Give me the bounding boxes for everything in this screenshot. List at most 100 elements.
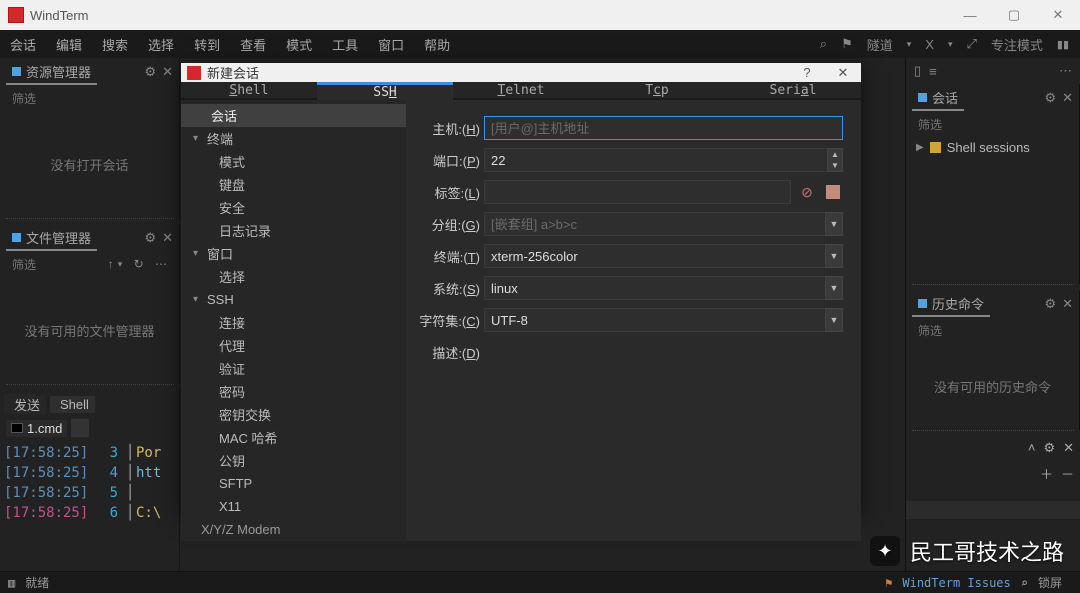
- side-item-mode[interactable]: 模式: [181, 150, 406, 173]
- host-input[interactable]: [484, 116, 843, 140]
- focus-mode-button[interactable]: 专注模式: [988, 35, 1046, 54]
- side-item-mac[interactable]: MAC 哈希: [181, 426, 406, 449]
- tab-serial[interactable]: Serial: [725, 82, 861, 100]
- side-item-logging[interactable]: 日志记录: [181, 219, 406, 242]
- menu-mode[interactable]: 模式: [276, 35, 322, 54]
- clear-tag-icon[interactable]: ⊘: [797, 182, 817, 202]
- add-icon[interactable]: ＋: [1040, 464, 1053, 483]
- menu-help[interactable]: 帮助: [414, 35, 460, 54]
- collapse-up-icon[interactable]: ˄: [1028, 440, 1036, 456]
- side-item-ssh[interactable]: ▾SSH: [181, 288, 406, 311]
- menu-tools[interactable]: 工具: [322, 35, 368, 54]
- port-stepper[interactable]: ▲▼: [827, 148, 843, 172]
- dialog-help-icon[interactable]: ?: [789, 65, 825, 80]
- quickview-icon[interactable]: ▥: [8, 576, 15, 590]
- refresh-icon[interactable]: ↻: [134, 257, 144, 271]
- panel-close-icon[interactable]: ✕: [162, 64, 173, 80]
- tab-tcp[interactable]: Tcp: [589, 82, 725, 100]
- menu-view[interactable]: 查看: [230, 35, 276, 54]
- maximize-button[interactable]: ▢: [992, 0, 1036, 30]
- panel-gear-icon[interactable]: ⚙: [1044, 90, 1056, 106]
- terminal-dropdown-icon[interactable]: ▼: [825, 244, 843, 268]
- side-item-session[interactable]: 会话: [181, 104, 406, 127]
- more-icon[interactable]: ⋯: [155, 257, 167, 271]
- charset-dropdown-icon[interactable]: ▼: [825, 308, 843, 332]
- equals-icon[interactable]: ≡: [929, 64, 937, 79]
- filemgr-filter[interactable]: 筛选: [12, 256, 36, 273]
- cmd-file-tab[interactable]: 1.cmd: [6, 420, 67, 437]
- side-item-sftp[interactable]: SFTP: [181, 472, 406, 495]
- search-icon[interactable]: ⌕: [817, 36, 830, 52]
- file-manager-tab[interactable]: 文件管理器: [6, 226, 97, 251]
- side-item-terminal[interactable]: ▾终端: [181, 127, 406, 150]
- tag-color-swatch[interactable]: [823, 182, 843, 202]
- status-issues[interactable]: WindTerm Issues: [892, 576, 1020, 590]
- tab-telnet[interactable]: Telnet: [453, 82, 589, 100]
- up-icon[interactable]: ↑: [108, 257, 114, 271]
- sessions-tab[interactable]: 会话: [912, 86, 964, 111]
- status-lock[interactable]: 锁屏: [1028, 574, 1072, 591]
- side-item-window[interactable]: ▾窗口: [181, 242, 406, 265]
- charset-select[interactable]: [484, 308, 826, 332]
- terminal-select[interactable]: [484, 244, 826, 268]
- side-item-x11[interactable]: X11: [181, 495, 406, 518]
- menu-edit[interactable]: 编辑: [46, 35, 92, 54]
- port-input[interactable]: [484, 148, 828, 172]
- tunnel-button[interactable]: 隧道: [864, 35, 896, 54]
- side-item-proxy[interactable]: 代理: [181, 334, 406, 357]
- tunnel-dropdown-icon[interactable]: ▾: [904, 39, 915, 50]
- side-item-pubkey[interactable]: 公钥: [181, 449, 406, 472]
- flag-icon[interactable]: ⚑: [838, 36, 856, 52]
- menu-goto[interactable]: 转到: [184, 35, 230, 54]
- menu-select[interactable]: 选择: [138, 35, 184, 54]
- focus-icon[interactable]: ⤢: [963, 36, 979, 52]
- issue-icon[interactable]: ⚑: [885, 576, 892, 590]
- send-tab[interactable]: 发送: [4, 394, 46, 415]
- history-filter[interactable]: 筛选: [918, 322, 942, 339]
- side-item-security[interactable]: 安全: [181, 196, 406, 219]
- group-dropdown-icon[interactable]: ▼: [825, 212, 843, 236]
- sessions-filter[interactable]: 筛选: [918, 116, 942, 133]
- resource-filter[interactable]: 筛选: [12, 90, 36, 107]
- sessions-folder-row[interactable]: ▶ Shell sessions: [906, 136, 1079, 159]
- side-item-kex[interactable]: 密钥交换: [181, 403, 406, 426]
- panel-gear-icon[interactable]: ⚙: [144, 230, 156, 246]
- dialog-close-icon[interactable]: ✕: [825, 65, 861, 81]
- minimize-button[interactable]: —: [948, 0, 992, 30]
- shell-tab[interactable]: Shell: [50, 396, 95, 413]
- x-button[interactable]: X: [922, 37, 937, 52]
- panel-gear-icon[interactable]: ⚙: [144, 64, 156, 80]
- panel-gear-icon[interactable]: ⚙: [1044, 296, 1056, 312]
- lock-icon[interactable]: ⌕: [1021, 576, 1028, 590]
- group-input[interactable]: [484, 212, 826, 236]
- tab-shell[interactable]: Shell: [181, 82, 317, 100]
- os-dropdown-icon[interactable]: ▼: [825, 276, 843, 300]
- x-dropdown-icon[interactable]: ▾: [945, 39, 956, 50]
- menu-overflow-icon[interactable]: ▮▮: [1054, 38, 1072, 51]
- panel-close-icon[interactable]: ✕: [162, 230, 173, 246]
- side-item-keyboard[interactable]: 键盘: [181, 173, 406, 196]
- tab-ssh[interactable]: SSH: [317, 82, 453, 100]
- side-item-select[interactable]: 选择: [181, 265, 406, 288]
- os-select[interactable]: [484, 276, 826, 300]
- history-tab[interactable]: 历史命令: [912, 292, 990, 317]
- menu-window[interactable]: 窗口: [368, 35, 414, 54]
- minus-icon[interactable]: －: [1061, 464, 1074, 483]
- menu-session[interactable]: 会话: [0, 35, 46, 54]
- resource-manager-tab[interactable]: 资源管理器: [6, 60, 97, 85]
- menu-search[interactable]: 搜索: [92, 35, 138, 54]
- panel-close-icon[interactable]: ✕: [1062, 296, 1073, 312]
- side-item-connect[interactable]: 连接: [181, 311, 406, 334]
- side-item-password[interactable]: 密码: [181, 380, 406, 403]
- panel-close-icon[interactable]: ✕: [1062, 90, 1073, 106]
- history-panel: 历史命令 ⚙ ✕ 筛选 没有可用的历史命令: [906, 290, 1080, 430]
- new-cmd-tab-button[interactable]: [71, 419, 89, 437]
- panel-gear-icon[interactable]: ⚙: [1043, 440, 1055, 456]
- side-item-auth[interactable]: 验证: [181, 357, 406, 380]
- panel-close-icon[interactable]: ✕: [1063, 440, 1074, 456]
- split-icon[interactable]: ▯: [914, 63, 921, 79]
- side-item-modem[interactable]: X/Y/Z Modem: [181, 518, 406, 541]
- dots-icon[interactable]: ⋯: [1059, 63, 1072, 79]
- tag-input[interactable]: [484, 180, 791, 204]
- close-button[interactable]: ✕: [1036, 0, 1080, 30]
